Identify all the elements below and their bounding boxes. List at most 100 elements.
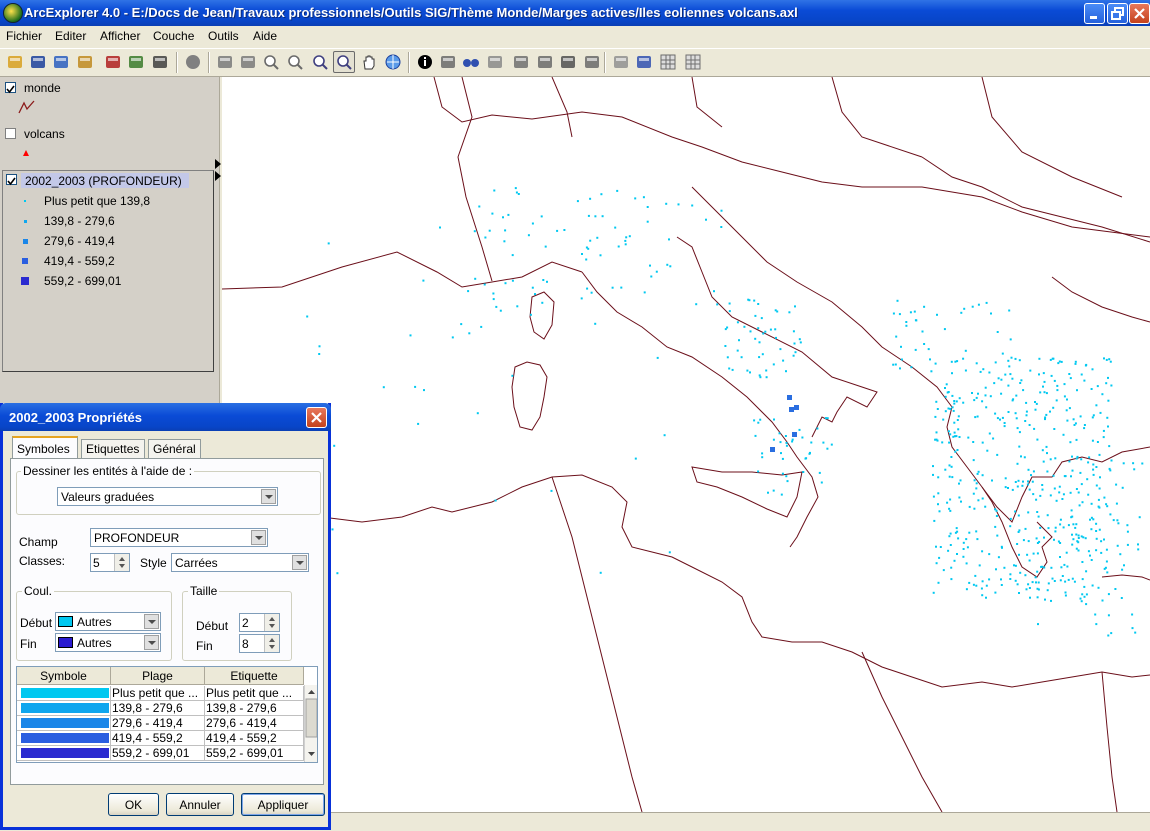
restore-button[interactable] xyxy=(1107,3,1128,24)
draw-mode-group-title: Dessiner les entités à l'aide de : xyxy=(21,464,195,478)
table-row-label[interactable]: 279,6 - 419,4 xyxy=(205,716,304,731)
color-end-swatch xyxy=(58,637,73,648)
apply-button[interactable]: Appliquer xyxy=(241,793,325,816)
back-icon[interactable] xyxy=(216,53,234,71)
dialog-close-button[interactable] xyxy=(306,407,327,428)
table-row-symbol[interactable] xyxy=(17,716,111,731)
cancel-button[interactable]: Annuler xyxy=(166,793,234,816)
color-end-combo[interactable]: Autres xyxy=(55,633,161,652)
class-table[interactable]: Symbole Plage Etiquette Plus petit que .… xyxy=(16,666,318,763)
table-row-range[interactable]: 559,2 - 699,01 xyxy=(111,746,205,761)
layer-monde-checkbox[interactable] xyxy=(5,82,16,94)
layer-volcans-checkbox[interactable] xyxy=(5,128,16,139)
map-canvas[interactable] xyxy=(222,77,1150,812)
tab-general[interactable]: Général xyxy=(148,439,201,458)
measure-icon[interactable] xyxy=(512,53,530,71)
query-icon[interactable] xyxy=(486,53,504,71)
hyperlink-icon[interactable] xyxy=(635,53,653,71)
menu-outils[interactable]: Outils xyxy=(208,29,239,43)
table-row-symbol[interactable] xyxy=(17,686,111,701)
table-row-symbol[interactable] xyxy=(17,746,111,761)
table-icon[interactable] xyxy=(684,53,702,71)
legend-class-row: 279,6 - 419,4 xyxy=(3,234,203,250)
pan-icon[interactable] xyxy=(360,53,378,71)
table-row-label[interactable]: 559,2 - 699,01 xyxy=(205,746,304,761)
zoom-layer-icon[interactable] xyxy=(286,53,304,71)
forward-icon[interactable] xyxy=(239,53,257,71)
coastline xyxy=(529,291,555,340)
chevron-down-icon[interactable] xyxy=(144,635,159,650)
add-theme-icon[interactable] xyxy=(127,53,145,71)
grid-icon[interactable] xyxy=(659,53,677,71)
draw-mode-combo[interactable]: Valeurs graduées xyxy=(57,487,278,506)
menu-afficher[interactable]: Afficher xyxy=(100,29,140,43)
map-view[interactable] xyxy=(222,77,1150,812)
layer-2002-2003-checkbox[interactable] xyxy=(6,174,17,186)
dialog-title-bar[interactable]: 2002_2003 Propriétés xyxy=(0,403,331,431)
menu-fichier[interactable]: Fichier xyxy=(6,29,42,43)
tab-symboles[interactable]: Symboles xyxy=(12,436,78,459)
buffer-icon[interactable] xyxy=(536,53,554,71)
color-group: Coul. Début Autres Fin Autres xyxy=(16,584,172,661)
properties-icon[interactable] xyxy=(583,53,601,71)
print-icon[interactable] xyxy=(151,53,169,71)
table-header-etiquette[interactable]: Etiquette xyxy=(205,667,304,685)
field-combo[interactable]: PROFONDEUR xyxy=(90,528,268,547)
open-file-icon[interactable] xyxy=(76,53,94,71)
table-row-label[interactable]: Plus petit que ... xyxy=(205,686,304,701)
size-end-spinner[interactable]: 8 xyxy=(239,634,280,653)
menu-couche[interactable]: Couche xyxy=(153,29,194,43)
layer-volcans-label[interactable]: volcans xyxy=(24,127,65,141)
size-start-spinner[interactable]: 2 xyxy=(239,613,280,632)
spinner-arrows-icon[interactable] xyxy=(264,635,279,652)
zoom-out-icon[interactable] xyxy=(333,51,355,73)
close-button[interactable] xyxy=(1129,3,1150,24)
chevron-down-icon[interactable] xyxy=(292,555,307,570)
chevron-down-icon[interactable] xyxy=(261,489,276,504)
table-row-symbol[interactable] xyxy=(17,731,111,746)
table-header-symbole[interactable]: Symbole xyxy=(17,667,111,685)
table-row-range[interactable]: 419,4 - 559,2 xyxy=(111,731,205,746)
zoom-full-icon[interactable] xyxy=(262,53,280,71)
layer-monde-label[interactable]: monde xyxy=(24,81,61,95)
eraser-icon[interactable] xyxy=(612,53,630,71)
label-icon[interactable] xyxy=(559,53,577,71)
minimize-button[interactable] xyxy=(1084,3,1105,24)
table-header-plage[interactable]: Plage xyxy=(111,667,205,685)
table-scrollbar[interactable] xyxy=(304,685,317,762)
table-row-range[interactable]: Plus petit que ... xyxy=(111,686,205,701)
table-row-range[interactable]: 139,8 - 279,6 xyxy=(111,701,205,716)
tab-etiquettes[interactable]: Etiquettes xyxy=(81,439,145,458)
open-folder-icon[interactable] xyxy=(6,53,24,71)
table-row-symbol[interactable] xyxy=(17,701,111,716)
deep-earthquake-point xyxy=(787,395,792,400)
line-icon xyxy=(18,100,35,114)
layer-2002-2003-label[interactable]: 2002_2003 (PROFONDEUR) xyxy=(25,174,182,188)
table-row-range[interactable]: 279,6 - 419,4 xyxy=(111,716,205,731)
chevron-down-icon[interactable] xyxy=(144,614,159,629)
chevron-down-icon[interactable] xyxy=(251,530,266,545)
color-start-combo[interactable]: Autres xyxy=(55,612,161,631)
save-all-icon[interactable] xyxy=(52,53,70,71)
find-icon[interactable] xyxy=(462,53,480,71)
stop-icon[interactable] xyxy=(184,53,202,71)
menu-editer[interactable]: Editer xyxy=(55,29,86,43)
spinner-arrows-icon[interactable] xyxy=(264,614,279,631)
style-combo[interactable]: Carrées xyxy=(171,553,309,572)
spinner-arrows-icon[interactable] xyxy=(114,554,129,571)
panel-collapse-arrows-icon[interactable] xyxy=(215,159,221,183)
add-layer-icon[interactable] xyxy=(104,53,122,71)
coastline xyxy=(551,77,573,138)
select-icon[interactable] xyxy=(439,53,457,71)
ok-button[interactable]: OK xyxy=(108,793,159,816)
table-row-label[interactable]: 419,4 - 559,2 xyxy=(205,731,304,746)
zoom-in-icon[interactable] xyxy=(311,53,329,71)
coastline xyxy=(321,474,1150,688)
info-icon[interactable] xyxy=(416,53,434,71)
menu-aide[interactable]: Aide xyxy=(253,29,277,43)
field-label: Champ xyxy=(19,535,58,549)
classes-spinner[interactable]: 5 xyxy=(90,553,130,572)
save-icon[interactable] xyxy=(29,53,47,71)
table-row-label[interactable]: 139,8 - 279,6 xyxy=(205,701,304,716)
globe-icon[interactable] xyxy=(384,53,402,71)
